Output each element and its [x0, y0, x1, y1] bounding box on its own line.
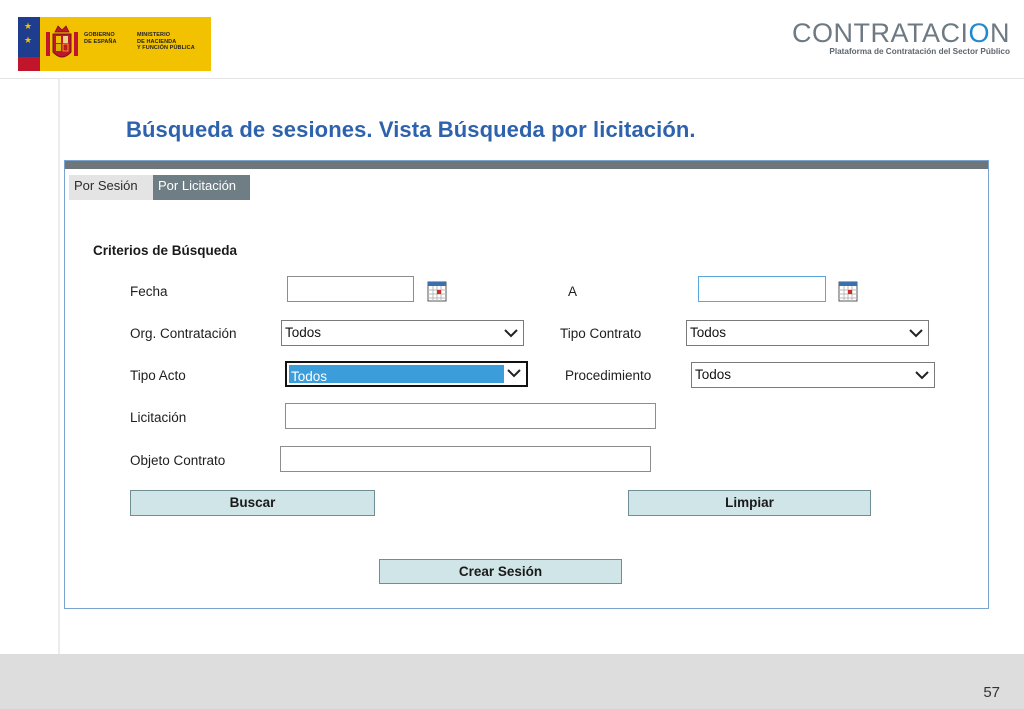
licitacion-input[interactable] [285, 403, 656, 429]
fecha-input[interactable] [287, 276, 414, 302]
page-number: 57 [983, 684, 1000, 701]
page-title: Búsqueda de sesiones. Vista Búsqueda por… [126, 117, 696, 142]
tipo-contrato-select[interactable]: Todos [686, 320, 929, 346]
calendar-icon[interactable] [427, 280, 447, 302]
crear-sesion-button[interactable]: Crear Sesión [379, 559, 622, 584]
gobierno-espana-logo: ★ ★ GOBIERNO DE ESPAÑA MINISTERIO DE HACI… [18, 17, 211, 71]
contratacion-wordmark: CONTRATACION [791, 18, 1010, 48]
buscar-button[interactable]: Buscar [130, 490, 375, 516]
org-contratacion-select[interactable]: Todos [281, 320, 524, 346]
a-label: A [568, 284, 578, 299]
section-title: Criterios de Búsqueda [93, 243, 238, 258]
tipo-acto-label: Tipo Acto [130, 368, 186, 383]
tab-por-licitacion[interactable]: Por Licitación [153, 175, 250, 200]
contratacion-subtitle: Plataforma de Contratación del Sector Pú… [829, 47, 1010, 56]
tab-por-sesion[interactable]: Por Sesión [69, 175, 153, 200]
power-icon: O [968, 18, 990, 48]
a-input[interactable] [698, 276, 826, 302]
chevron-down-icon [909, 329, 923, 338]
limpiar-button[interactable]: Limpiar [628, 490, 871, 516]
eu-spain-flag: ★ ★ [18, 17, 40, 71]
calendar-icon[interactable] [838, 280, 858, 302]
chevron-down-icon [507, 369, 521, 378]
ministerio-text: MINISTERIO DE HACIENDA Y FUNCIÓN PÚBLICA [137, 32, 195, 51]
org-contratacion-value: Todos [285, 325, 322, 340]
left-divider [58, 78, 60, 654]
header-divider [0, 78, 1024, 79]
objeto-contrato-label: Objeto Contrato [130, 453, 226, 468]
licitacion-label: Licitación [130, 410, 187, 425]
objeto-contrato-input[interactable] [280, 446, 651, 472]
fecha-label: Fecha [130, 284, 168, 299]
org-contratacion-label: Org. Contratación [130, 326, 237, 341]
search-panel: Por Sesión Por Licitación Criterios de B… [64, 160, 989, 609]
tipo-contrato-label: Tipo Contrato [560, 326, 642, 341]
procedimiento-value: Todos [695, 367, 732, 382]
gobierno-text: GOBIERNO DE ESPAÑA [84, 32, 117, 45]
contratacion-logo: CONTRATACION Plataforma de Contratación … [792, 18, 1010, 57]
procedimiento-select[interactable]: Todos [691, 362, 935, 388]
tipo-acto-value: Todos [291, 369, 328, 384]
chevron-down-icon [504, 329, 518, 338]
coat-of-arms-icon [40, 17, 84, 71]
chevron-down-icon [915, 371, 929, 380]
tipo-contrato-value: Todos [690, 325, 727, 340]
procedimiento-label: Procedimiento [565, 368, 652, 383]
footer-band [0, 654, 1024, 709]
tipo-acto-select[interactable]: Todos [285, 361, 528, 387]
panel-top-bar [65, 161, 988, 169]
